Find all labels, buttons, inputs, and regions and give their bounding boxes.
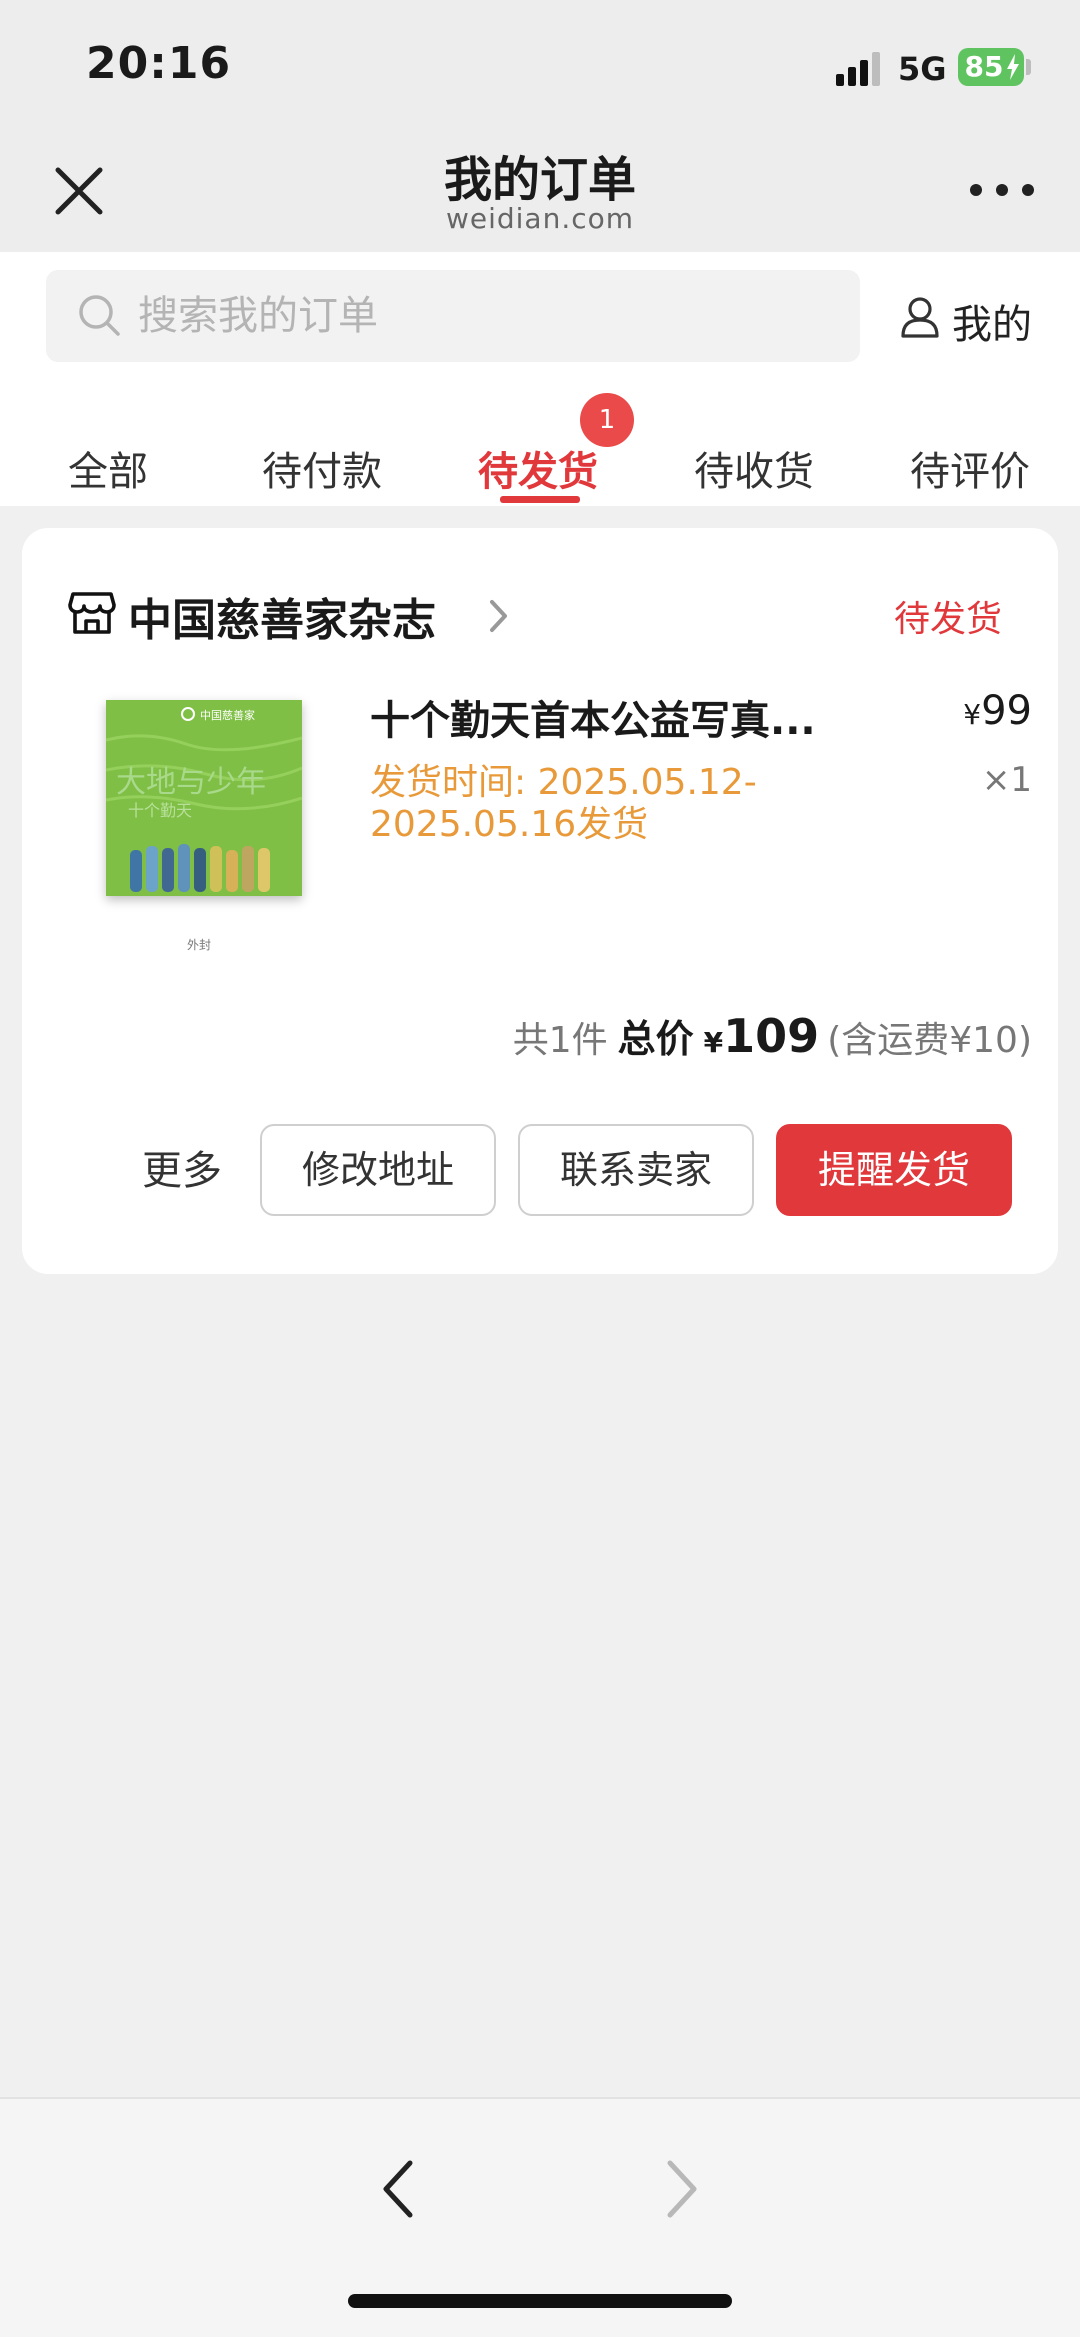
change-address-button[interactable]: 修改地址 [260, 1124, 496, 1216]
total-label: 总价 [617, 1017, 694, 1061]
total-amount: 109 [723, 1009, 820, 1063]
order-actions: 更多 修改地址 联系卖家 提醒发货 [22, 1124, 1058, 1218]
tab-all[interactable]: 全部 [68, 378, 148, 506]
more-dots-icon[interactable] [962, 160, 1042, 220]
battery-level: 85 [964, 50, 1004, 83]
cover-title: 大地与少年 [116, 765, 266, 800]
order-tabs: 全部 待付款 待发货 待收货 待评价 [0, 378, 1080, 506]
home-indicator[interactable] [348, 2294, 732, 2308]
order-total: 共1件 总价 ¥109 (含运费¥10) [492, 1008, 1032, 1063]
mine-button[interactable]: 我的 [900, 292, 1050, 348]
chevron-right-icon[interactable] [488, 598, 510, 634]
product-cover-art: 中国慈善家 大地与少年 十个勤天 [106, 700, 302, 896]
order-card: 中国慈善家杂志 待发货 中国慈善家 大地与少年 十个勤天 外封 十个勤天首本公益… [22, 528, 1058, 1274]
status-bar: 20:16 5G 85 [0, 0, 1080, 130]
image-caption: 外封 [187, 938, 212, 952]
contact-seller-button[interactable]: 联系卖家 [518, 1124, 754, 1216]
signal-icon [836, 52, 880, 86]
shop-name[interactable]: 中国慈善家杂志 [128, 584, 436, 648]
network-type: 5G [898, 50, 947, 88]
shop-icon [68, 592, 116, 634]
more-actions-link[interactable]: 更多 [142, 1124, 222, 1218]
nav-bar: 我的订单 weidian.com [0, 130, 1080, 252]
tab-pending-receipt[interactable]: 待收货 [694, 378, 814, 506]
price-symbol: ¥ [963, 698, 982, 731]
close-icon[interactable] [44, 156, 114, 226]
product-title[interactable]: 十个勤天首本公益写真... [370, 688, 850, 746]
ship-time: 发货时间: 2025.05.12-2025.05.16发货 [370, 762, 757, 845]
product-image[interactable]: 中国慈善家 大地与少年 十个勤天 [106, 700, 302, 896]
shipping-fee: (含运费¥10) [827, 1020, 1032, 1061]
tab-badge: 1 [580, 393, 634, 447]
status-time: 20:16 [86, 38, 232, 89]
total-symbol: ¥ [703, 1026, 724, 1059]
tab-pending-payment[interactable]: 待付款 [262, 378, 382, 506]
mine-label: 我的 [952, 302, 1032, 348]
price-value: 99 [981, 688, 1032, 734]
remind-ship-button[interactable]: 提醒发货 [776, 1124, 1012, 1216]
item-count: 共1件 [512, 1020, 608, 1061]
page-title: 我的订单 [443, 152, 636, 208]
cover-brand: 中国慈善家 [200, 708, 255, 722]
cover-subtitle: 十个勤天 [128, 801, 192, 820]
order-status: 待发货 [894, 599, 1003, 640]
forward-arrow-icon[interactable] [650, 2149, 710, 2229]
battery-cap [1026, 59, 1031, 75]
search-box[interactable] [46, 270, 860, 362]
user-icon [901, 297, 939, 338]
page-domain: weidian.com [445, 202, 635, 235]
search-icon [79, 295, 120, 336]
back-arrow-icon[interactable] [370, 2149, 430, 2229]
charging-bolt-icon [1007, 54, 1019, 80]
product-quantity: ×1 [981, 760, 1032, 800]
search-section: 我的 全部 待付款 待发货 待收货 待评价 [0, 252, 1080, 506]
search-input[interactable] [138, 270, 838, 362]
tab-pending-shipment[interactable]: 待发货 [478, 378, 598, 506]
active-tab-indicator [500, 496, 580, 503]
battery-icon: 85 [958, 48, 1024, 86]
tab-pending-review[interactable]: 待评价 [910, 378, 1030, 506]
product-price: ¥99 [912, 688, 1032, 734]
